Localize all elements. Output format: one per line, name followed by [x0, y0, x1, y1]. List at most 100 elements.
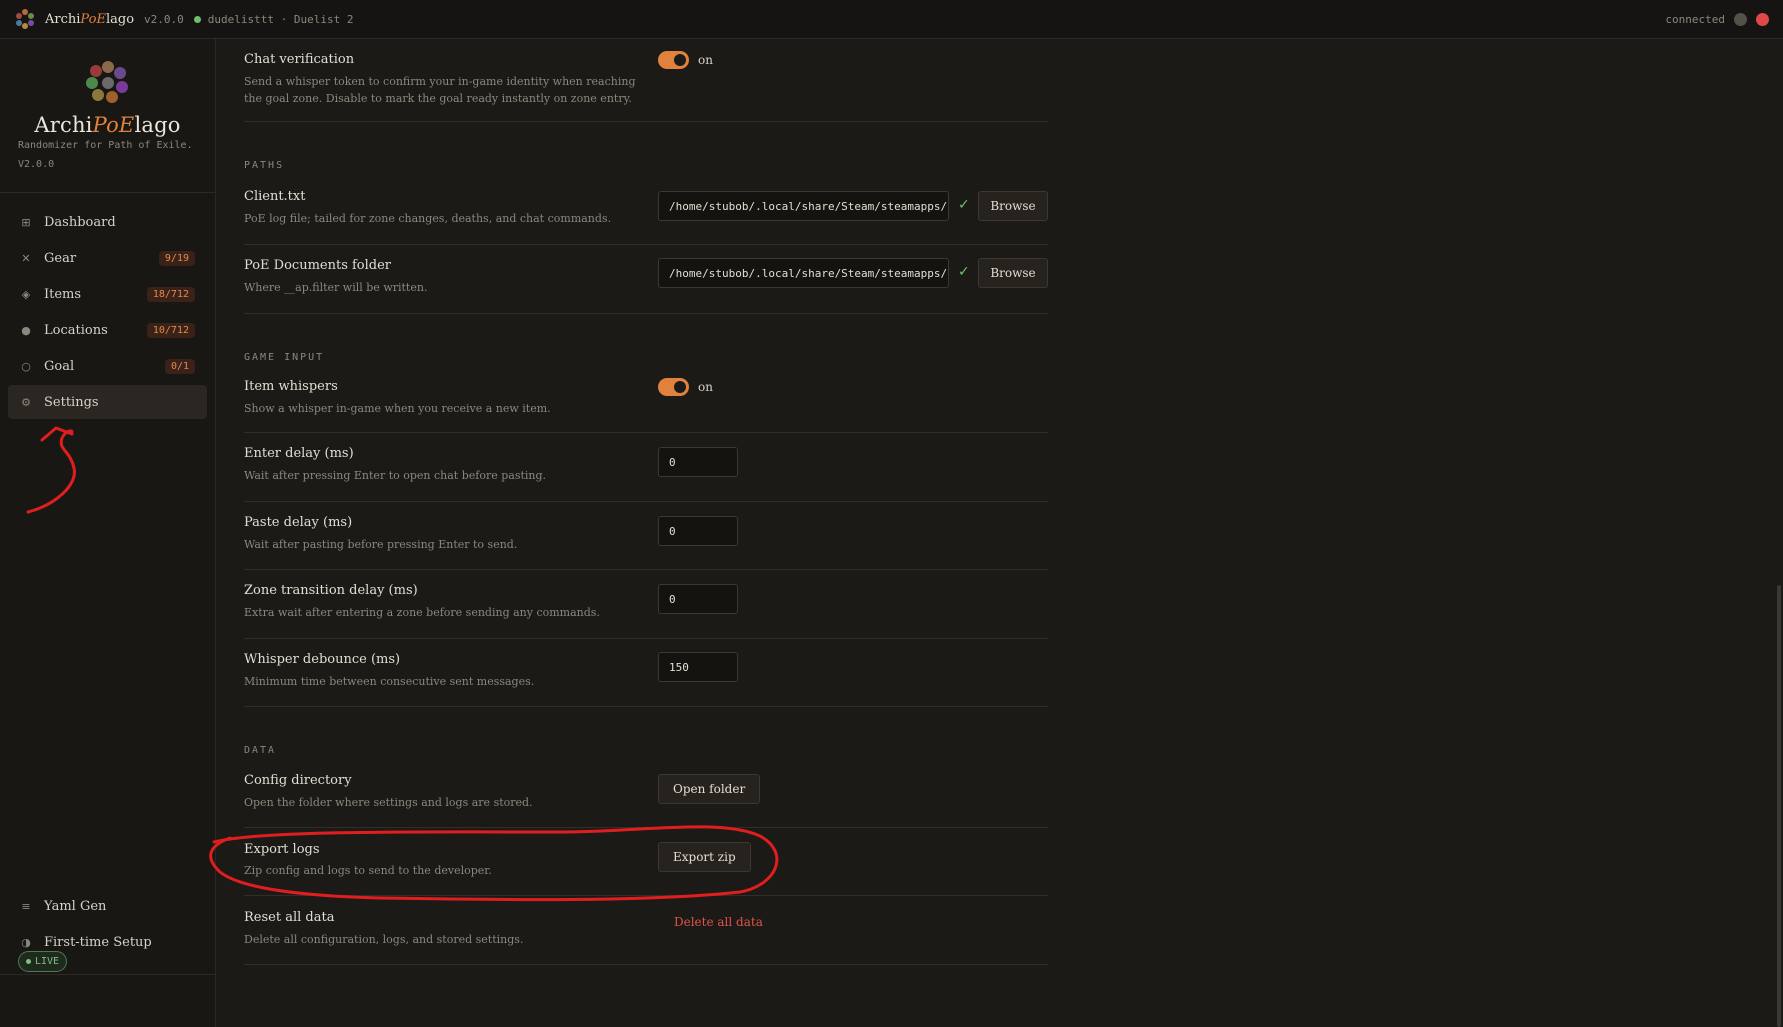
sidebar-item-goal[interactable]: ○ Goal 0/1 — [8, 349, 207, 383]
setting-client-txt: Client.txt PoE log file; tailed for zone… — [244, 176, 1048, 245]
delete-all-data-button[interactable]: Delete all data — [674, 915, 763, 929]
setting-chat-verification: Chat verification Send a whisper token t… — [244, 39, 1048, 122]
section-label-data: DATA — [244, 745, 277, 756]
app-title: ArchiPoElago — [45, 11, 135, 27]
app-logo-icon — [16, 9, 34, 29]
brand-name: ArchiPoElago — [34, 113, 181, 137]
sidebar-item-label: Goal — [44, 358, 75, 374]
section-label-paths: PATHS — [244, 160, 285, 171]
client-txt-controls: /home/stubob/.local/share/Steam/steamapp… — [658, 191, 1048, 221]
toggle-track — [658, 51, 689, 69]
setting-reset-all-data: Reset all data Delete all configuration,… — [244, 896, 1048, 965]
scrollbar-thumb[interactable] — [1777, 585, 1781, 1027]
documents-path-input[interactable]: /home/stubob/.local/share/Steam/steamapp… — [658, 258, 949, 288]
sidebar-item-label: Settings — [44, 394, 99, 410]
gear-count-badge: 9/19 — [158, 250, 195, 266]
setting-title: Item whispers — [244, 379, 338, 394]
setting-export-logs: Export logs Zip config and logs to send … — [244, 828, 1048, 896]
diamond-icon: ◈ — [21, 287, 31, 301]
list-icon: ≡ — [21, 899, 31, 913]
swords-icon: ✕ — [21, 251, 31, 265]
sidebar-item-items[interactable]: ◈ Items 18/712 — [8, 277, 207, 311]
client-txt-browse-button[interactable]: Browse — [978, 191, 1048, 221]
sidebar-item-locations[interactable]: ● Locations 10/712 — [8, 313, 207, 347]
setting-title: Export logs — [244, 842, 320, 857]
setting-paste-delay: Paste delay (ms) Wait after pasting befo… — [244, 502, 1048, 570]
item-whispers-toggle[interactable]: on — [658, 378, 713, 396]
setting-title: Chat verification — [244, 52, 355, 67]
sidebar-item-yaml-gen[interactable]: ≡ Yaml Gen — [8, 889, 207, 923]
whisper-debounce-input[interactable]: 150 — [658, 652, 738, 682]
sidebar-item-label: Locations — [44, 322, 108, 338]
target-icon: ○ — [21, 359, 31, 373]
gear-icon: ⚙ — [21, 395, 31, 409]
sidebar-nav: ⊞ Dashboard ✕ Gear 9/19 ◈ Items 18/712 ●… — [8, 205, 207, 421]
setting-enter-delay: Enter delay (ms) Wait after pressing Ent… — [244, 433, 1048, 502]
setting-title: Zone transition delay (ms) — [244, 583, 418, 598]
sidebar: ArchiPoElago Randomizer for Path of Exil… — [0, 39, 216, 1027]
client-txt-path-input[interactable]: /home/stubob/.local/share/Steam/steamapp… — [658, 191, 949, 221]
sidebar-item-label: Dashboard — [44, 214, 116, 230]
pin-icon: ● — [21, 323, 31, 337]
toggle-label: on — [698, 380, 713, 394]
sidebar-divider — [0, 974, 215, 975]
setting-description: Wait after pasting before pressing Enter… — [244, 538, 518, 551]
setting-description: Send a whisper token to confirm your in-… — [244, 75, 636, 105]
check-icon: ✓ — [958, 197, 970, 213]
setting-title: Enter delay (ms) — [244, 446, 354, 461]
toggle-label: on — [698, 53, 713, 67]
brand: ArchiPoElago Randomizer for Path of Exil… — [0, 39, 215, 170]
live-badge: LIVE — [18, 951, 68, 972]
sidebar-item-label: Items — [44, 286, 82, 302]
documents-browse-button[interactable]: Browse — [978, 258, 1048, 288]
app-version: v2.0.0 — [144, 12, 184, 26]
enter-delay-input[interactable]: 0 — [658, 447, 738, 477]
setting-description: Zip config and logs to send to the devel… — [244, 864, 492, 877]
setting-title: Reset all data — [244, 910, 335, 925]
goal-count-badge: 0/1 — [164, 358, 195, 374]
setting-description: Delete all configuration, logs, and stor… — [244, 933, 524, 946]
setting-description: Minimum time between consecutive sent me… — [244, 675, 535, 688]
title-bar: ArchiPoElago v2.0.0 dudelisttt · Duelist… — [0, 0, 1783, 39]
setting-title: Config directory — [244, 773, 352, 788]
grid-icon: ⊞ — [21, 215, 31, 229]
setting-documents-folder: PoE Documents folder Where __ap.filter w… — [244, 245, 1048, 314]
setting-zone-transition-delay: Zone transition delay (ms) Extra wait af… — [244, 570, 1048, 639]
section-label-game-input: GAME INPUT — [244, 352, 325, 363]
setting-description: PoE log file; tailed for zone changes, d… — [244, 212, 612, 225]
setting-item-whispers: Item whispers Show a whisper in-game whe… — [244, 366, 1048, 433]
sidebar-item-label: First-time Setup — [44, 934, 152, 950]
zone-delay-input[interactable]: 0 — [658, 584, 738, 614]
player-info: dudelisttt · Duelist 2 — [207, 12, 354, 26]
chat-verification-toggle[interactable]: on — [658, 51, 713, 69]
paste-delay-input[interactable]: 0 — [658, 516, 738, 546]
sidebar-item-gear[interactable]: ✕ Gear 9/19 — [8, 241, 207, 275]
brand-tagline: Randomizer for Path of Exile. — [18, 140, 193, 151]
sidebar-divider — [0, 192, 215, 193]
sidebar-item-dashboard[interactable]: ⊞ Dashboard — [8, 205, 207, 239]
setting-description: Where __ap.filter will be written. — [244, 281, 428, 294]
open-folder-button[interactable]: Open folder — [658, 774, 761, 804]
sidebar-item-label: Gear — [44, 250, 77, 266]
setting-config-directory: Config directory Open the folder where s… — [244, 759, 1048, 828]
items-count-badge: 18/712 — [146, 286, 195, 302]
minimize-button[interactable] — [1734, 12, 1747, 26]
setting-description: Extra wait after entering a zone before … — [244, 606, 600, 619]
setting-description: Open the folder where settings and logs … — [244, 796, 533, 809]
connection-dot-icon — [193, 15, 201, 23]
setting-title: Client.txt — [244, 189, 306, 204]
setting-title: PoE Documents folder — [244, 258, 392, 273]
toggle-track — [658, 378, 689, 396]
setting-description: Wait after pressing Enter to open chat b… — [244, 469, 547, 482]
locations-count-badge: 10/712 — [146, 322, 195, 338]
setting-whisper-debounce: Whisper debounce (ms) Minimum time betwe… — [244, 639, 1048, 707]
close-button[interactable] — [1756, 12, 1769, 26]
export-zip-button[interactable]: Export zip — [658, 842, 751, 872]
sidebar-item-label: Yaml Gen — [44, 898, 107, 914]
setting-description: Show a whisper in-game when you receive … — [244, 402, 551, 415]
setting-title: Paste delay (ms) — [244, 515, 353, 530]
connection-status: connected — [1665, 12, 1725, 26]
check-icon: ✓ — [958, 264, 970, 280]
orb-cluster-icon — [85, 61, 128, 103]
sidebar-item-settings[interactable]: ⚙ Settings — [8, 385, 207, 419]
